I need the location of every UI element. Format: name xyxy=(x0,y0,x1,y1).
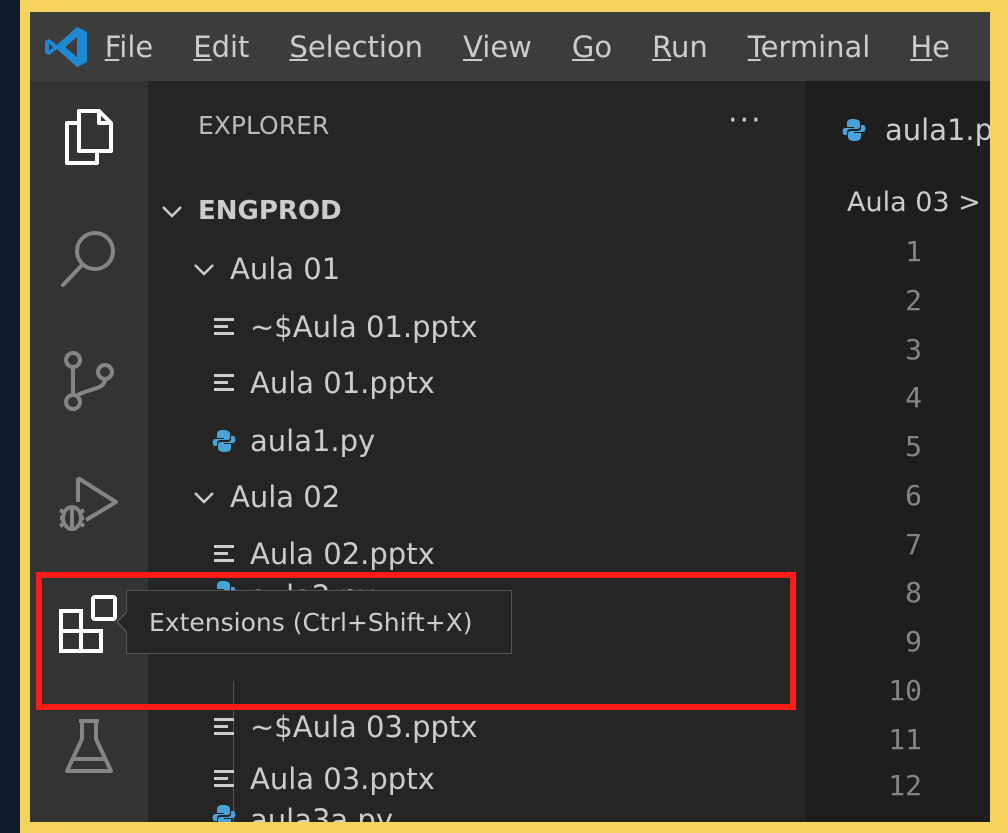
tree-file-aula-02-pptx[interactable]: Aula 02.pptx xyxy=(210,528,435,580)
tooltip-arrow-inner xyxy=(118,612,128,632)
line-number: 9 xyxy=(905,625,922,658)
editor-area[interactable]: Aula 03 > 1 2 3 4 5 6 7 8 9 10 11 12 xyxy=(805,179,990,822)
text-file-icon xyxy=(210,543,238,565)
menu-view[interactable]: View xyxy=(463,30,532,64)
tree-item-label: Aula 03.pptx xyxy=(250,762,435,796)
line-number: 12 xyxy=(888,769,922,802)
breadcrumb[interactable]: Aula 03 > xyxy=(847,187,981,218)
python-icon xyxy=(841,117,867,143)
tree-item-label: aula1.py xyxy=(250,424,376,458)
tree-file-aula3a-py[interactable]: aula3a.py xyxy=(210,803,393,822)
line-number: 1 xyxy=(905,235,922,268)
run-debug-icon[interactable] xyxy=(30,453,148,553)
search-icon[interactable] xyxy=(30,209,148,309)
extensions-tooltip: Extensions (Ctrl+Shift+X) xyxy=(126,590,512,654)
tree-item-label: ~$Aula 01.pptx xyxy=(250,310,478,344)
activity-bar xyxy=(30,81,148,822)
tree-file-tmp-aula-03[interactable]: ~$Aula 03.pptx xyxy=(210,701,477,753)
more-actions-button[interactable]: ··· xyxy=(728,103,763,138)
line-number: 3 xyxy=(905,333,922,366)
tree-item-label: Aula 02.pptx xyxy=(250,537,435,571)
menu-go[interactable]: Go xyxy=(572,30,612,64)
text-file-icon xyxy=(210,316,238,338)
tab-aula1-py[interactable]: aula1.py xyxy=(805,81,990,179)
menu-run[interactable]: Run xyxy=(652,30,708,64)
chevron-down-icon xyxy=(190,255,218,283)
python-icon xyxy=(210,803,238,822)
tree-item-label: aula3a.py xyxy=(250,803,393,822)
explorer-title: EXPLORER xyxy=(198,111,330,140)
line-number: 7 xyxy=(905,528,922,561)
menu-terminal[interactable]: Terminal xyxy=(748,30,871,64)
vscode-window: File Edit Selection View Go Run Terminal… xyxy=(30,12,990,822)
text-file-icon xyxy=(210,372,238,394)
background-edge xyxy=(0,0,20,833)
text-file-icon xyxy=(210,768,238,790)
menu-file[interactable]: File xyxy=(105,30,154,64)
line-number: 4 xyxy=(905,381,922,414)
line-number: 5 xyxy=(905,430,922,463)
explorer-icon[interactable] xyxy=(30,87,148,187)
editor-tabs: aula1.py xyxy=(805,81,990,179)
testing-icon[interactable] xyxy=(30,697,148,797)
tab-label: aula1.py xyxy=(885,113,990,147)
menu-help[interactable]: He xyxy=(910,30,950,64)
tree-item-label: Aula 01 xyxy=(230,252,341,286)
source-control-icon[interactable] xyxy=(30,331,148,431)
text-file-icon xyxy=(210,716,238,738)
tree-file-tmp-aula-01[interactable]: ~$Aula 01.pptx xyxy=(210,301,477,353)
line-number: 10 xyxy=(888,674,922,707)
menu-bar: File Edit Selection View Go Run Terminal… xyxy=(30,12,990,81)
vscode-logo-icon xyxy=(30,12,105,81)
tree-file-aula-01-pptx[interactable]: Aula 01.pptx xyxy=(210,357,435,409)
explorer-sidebar: EXPLORER ··· ENGPROD Aula 01 ~$Aula 01.p… xyxy=(148,81,805,822)
chevron-down-icon xyxy=(158,197,186,225)
tree-item-label: Aula 02 xyxy=(230,480,341,514)
menu-selection[interactable]: Selection xyxy=(289,30,423,64)
chevron-down-icon xyxy=(190,483,218,511)
tree-root-engprod[interactable]: ENGPROD xyxy=(158,185,342,237)
line-number: 6 xyxy=(905,479,922,512)
python-icon xyxy=(210,428,238,454)
tree-folder-aula-01[interactable]: Aula 01 xyxy=(190,243,340,295)
menu-edit[interactable]: Edit xyxy=(193,30,249,64)
tree-file-aula-03-pptx[interactable]: Aula 03.pptx xyxy=(210,753,435,805)
line-number: 8 xyxy=(905,576,922,609)
tree-item-label: ~$Aula 03.pptx xyxy=(250,710,478,744)
tree-folder-aula-02[interactable]: Aula 02 xyxy=(190,471,340,523)
tree-root-label: ENGPROD xyxy=(198,196,342,226)
tree-item-label: Aula 01.pptx xyxy=(250,366,435,400)
line-number: 11 xyxy=(888,723,922,756)
tree-file-aula1-py[interactable]: aula1.py xyxy=(210,415,375,467)
line-number: 2 xyxy=(905,284,922,317)
